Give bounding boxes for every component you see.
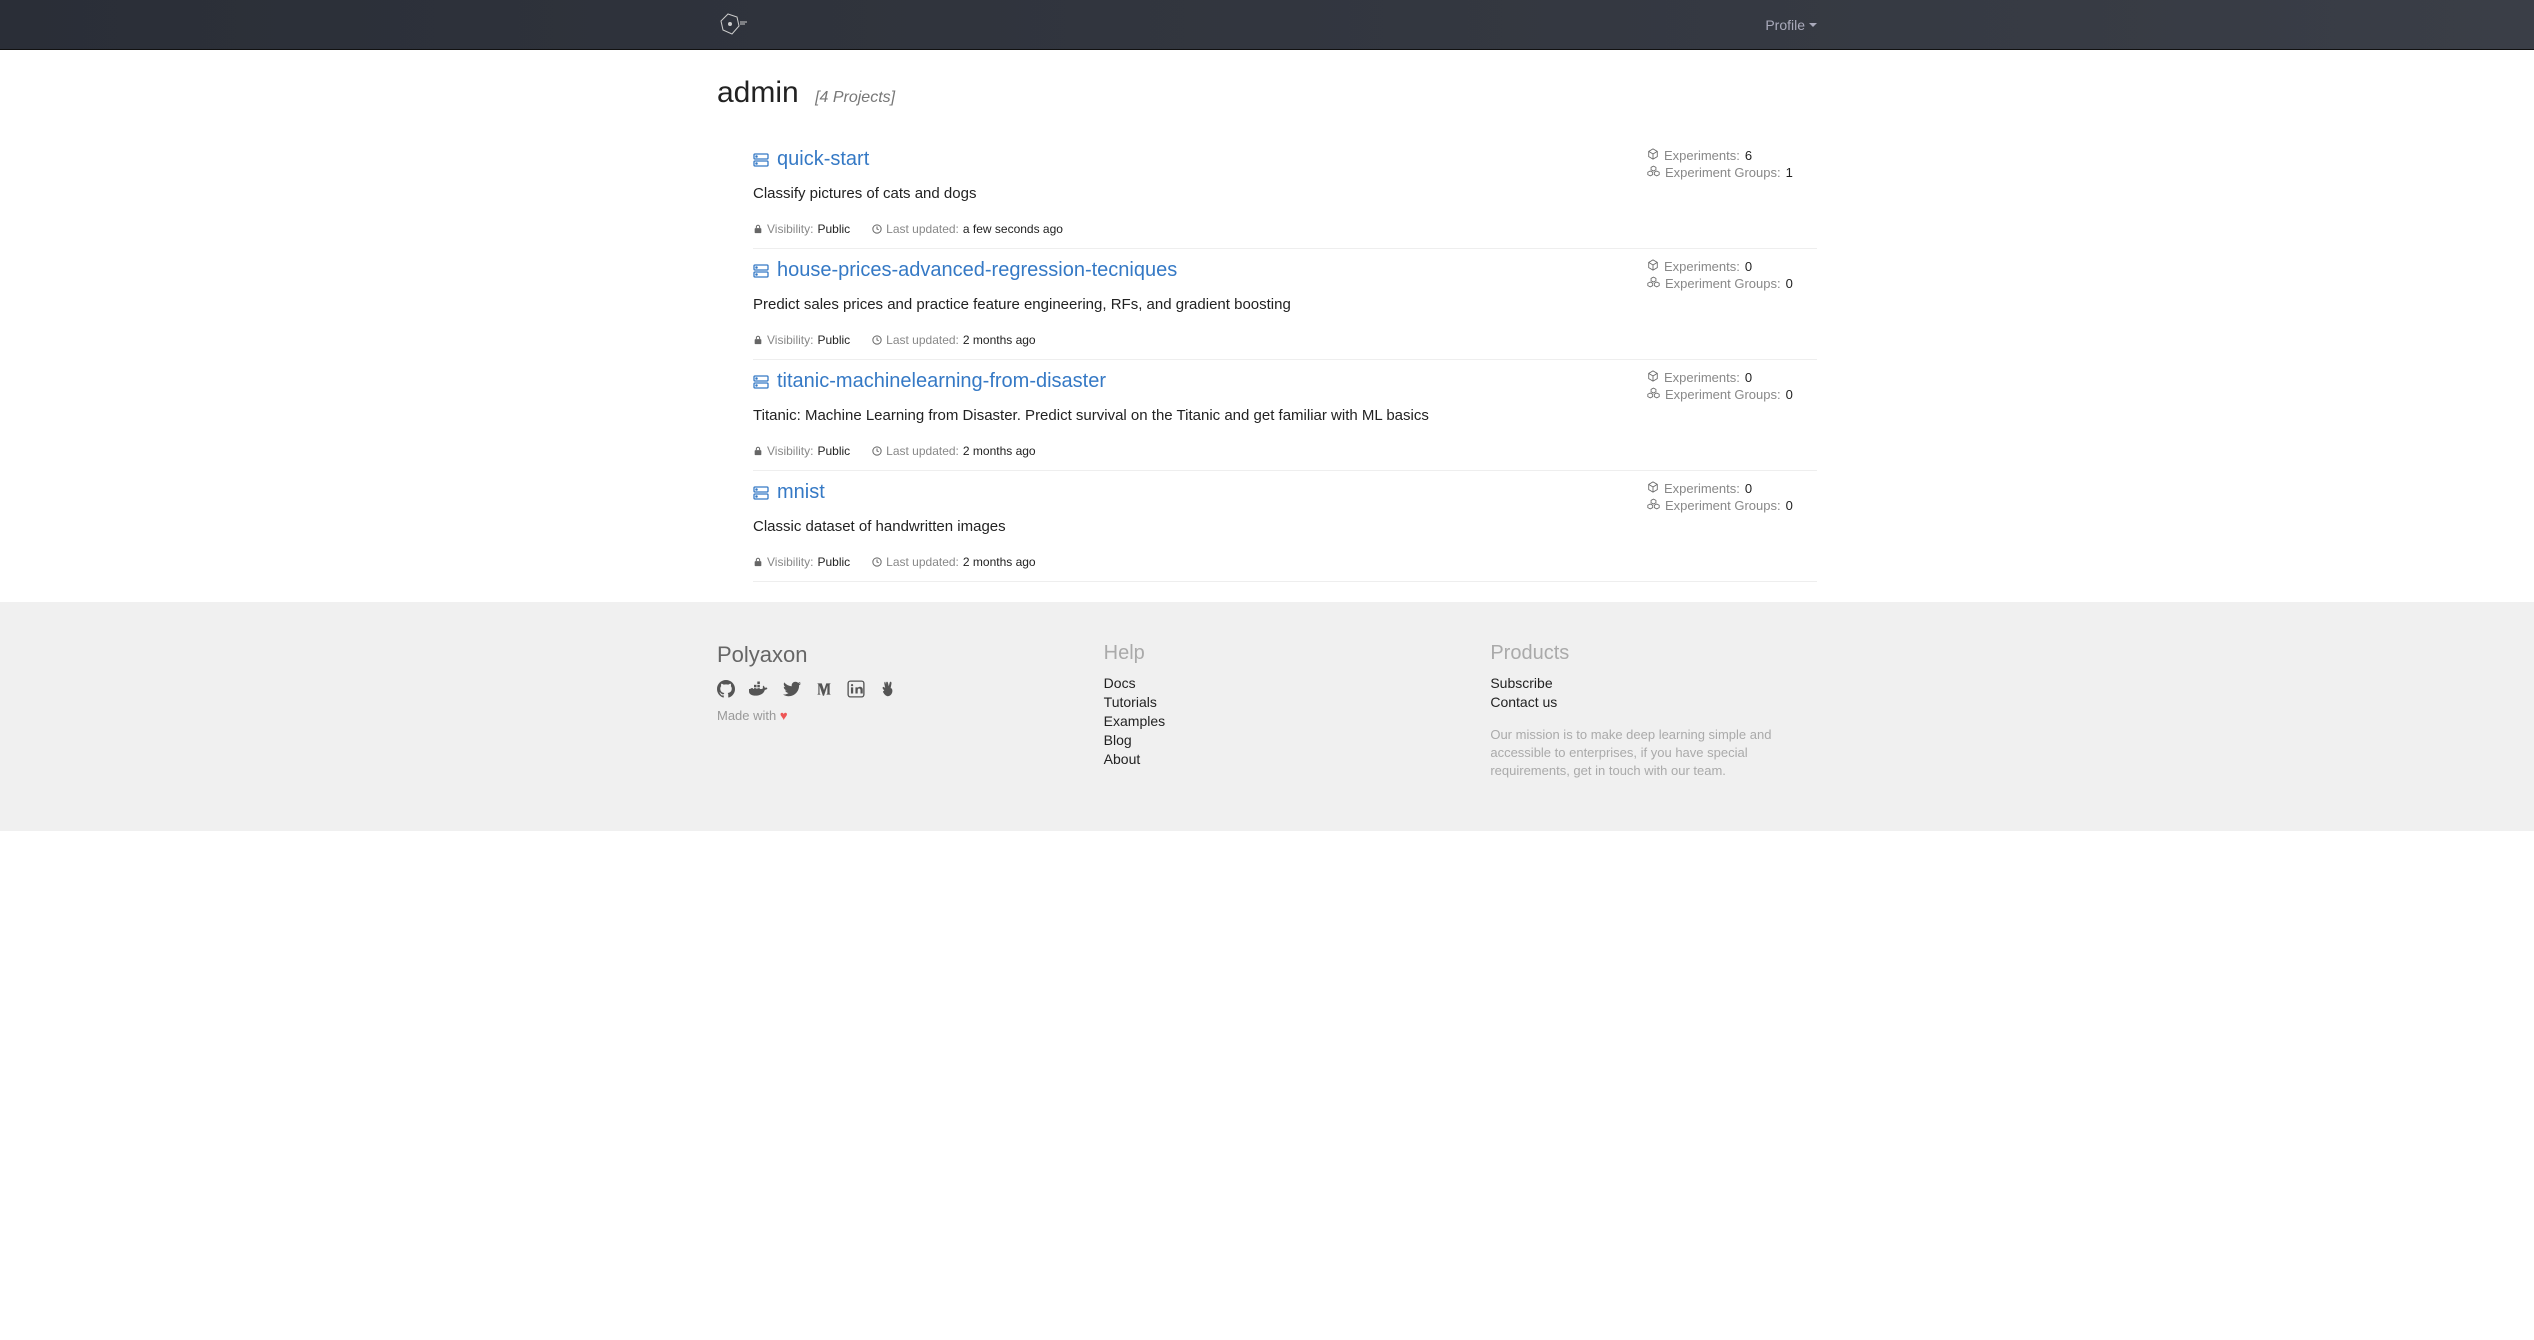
updated-label: Last updated: bbox=[886, 333, 959, 347]
groups-count: 1 bbox=[1786, 165, 1793, 180]
clock-icon bbox=[872, 557, 882, 567]
project-description: Predict sales prices and practice featur… bbox=[753, 296, 1607, 313]
experiments-count: 0 bbox=[1745, 481, 1752, 496]
footer-product-link[interactable]: Subscribe bbox=[1490, 675, 1817, 691]
navbar: Profile bbox=[0, 0, 2534, 50]
experiments-count: 0 bbox=[1745, 370, 1752, 385]
project-link[interactable]: house-prices-advanced-regression-tecniqu… bbox=[777, 259, 1177, 282]
lock-icon bbox=[753, 224, 763, 234]
server-icon bbox=[753, 152, 769, 168]
twitter-icon[interactable] bbox=[783, 680, 801, 698]
cube-icon bbox=[1647, 481, 1659, 496]
experiments-label: Experiments: bbox=[1664, 259, 1740, 274]
profile-label: Profile bbox=[1765, 17, 1805, 33]
visibility-value: Public bbox=[817, 222, 850, 236]
brand-logo[interactable] bbox=[717, 12, 751, 38]
experiments-label: Experiments: bbox=[1664, 148, 1740, 163]
cubes-icon bbox=[1647, 276, 1660, 291]
project-row: house-prices-advanced-regression-tecniqu… bbox=[753, 249, 1817, 360]
lock-icon bbox=[753, 446, 763, 456]
footer-brand: Polyaxon bbox=[717, 642, 1044, 668]
visibility-value: Public bbox=[817, 333, 850, 347]
experiments-label: Experiments: bbox=[1664, 370, 1740, 385]
experiments-count: 0 bbox=[1745, 259, 1752, 274]
groups-label: Experiment Groups: bbox=[1665, 276, 1781, 291]
updated-label: Last updated: bbox=[886, 222, 959, 236]
footer-help-link[interactable]: Blog bbox=[1104, 732, 1431, 748]
clock-icon bbox=[872, 224, 882, 234]
groups-label: Experiment Groups: bbox=[1665, 387, 1781, 402]
medium-icon[interactable] bbox=[815, 680, 833, 698]
cubes-icon bbox=[1647, 387, 1660, 402]
lock-icon bbox=[753, 335, 763, 345]
footer-help-heading: Help bbox=[1104, 642, 1431, 665]
clock-icon bbox=[872, 446, 882, 456]
visibility-label: Visibility: bbox=[767, 444, 813, 458]
cube-icon bbox=[1647, 259, 1659, 274]
project-link[interactable]: titanic-machinelearning-from-disaster bbox=[777, 370, 1106, 393]
main-container: admin [4 Projects] quick-start Classify … bbox=[717, 50, 1817, 582]
visibility-label: Visibility: bbox=[767, 333, 813, 347]
updated-label: Last updated: bbox=[886, 444, 959, 458]
angellist-icon[interactable] bbox=[879, 680, 895, 698]
footer-help-link[interactable]: Docs bbox=[1104, 675, 1431, 691]
project-row: quick-start Classify pictures of cats an… bbox=[753, 138, 1817, 249]
updated-value: 2 months ago bbox=[963, 444, 1036, 458]
lock-icon bbox=[753, 557, 763, 567]
groups-label: Experiment Groups: bbox=[1665, 165, 1781, 180]
clock-icon bbox=[872, 335, 882, 345]
project-link[interactable]: mnist bbox=[777, 481, 825, 504]
linkedin-icon[interactable] bbox=[847, 680, 865, 698]
github-icon[interactable] bbox=[717, 680, 735, 698]
server-icon bbox=[753, 263, 769, 279]
groups-count: 0 bbox=[1786, 387, 1793, 402]
experiments-label: Experiments: bbox=[1664, 481, 1740, 496]
groups-label: Experiment Groups: bbox=[1665, 498, 1781, 513]
project-row: mnist Classic dataset of handwritten ima… bbox=[753, 471, 1817, 582]
cubes-icon bbox=[1647, 498, 1660, 513]
made-with: Made with ♥ bbox=[717, 708, 1044, 723]
project-count: [4 Projects] bbox=[815, 89, 895, 106]
username: admin bbox=[717, 76, 799, 109]
groups-count: 0 bbox=[1786, 276, 1793, 291]
caret-down-icon bbox=[1809, 23, 1817, 27]
heart-icon: ♥ bbox=[780, 708, 788, 723]
updated-value: 2 months ago bbox=[963, 333, 1036, 347]
project-list: quick-start Classify pictures of cats an… bbox=[753, 138, 1817, 582]
project-description: Classify pictures of cats and dogs bbox=[753, 185, 1607, 202]
footer-help-link[interactable]: Examples bbox=[1104, 713, 1431, 729]
footer-product-link[interactable]: Contact us bbox=[1490, 694, 1817, 710]
groups-count: 0 bbox=[1786, 498, 1793, 513]
footer-help-link[interactable]: Tutorials bbox=[1104, 694, 1431, 710]
experiments-count: 6 bbox=[1745, 148, 1752, 163]
updated-value: 2 months ago bbox=[963, 555, 1036, 569]
cube-icon bbox=[1647, 370, 1659, 385]
cube-icon bbox=[1647, 148, 1659, 163]
updated-label: Last updated: bbox=[886, 555, 959, 569]
visibility-value: Public bbox=[817, 444, 850, 458]
visibility-label: Visibility: bbox=[767, 555, 813, 569]
cubes-icon bbox=[1647, 165, 1660, 180]
footer-help-link[interactable]: About bbox=[1104, 751, 1431, 767]
social-icons bbox=[717, 680, 1044, 698]
project-description: Classic dataset of handwritten images bbox=[753, 518, 1607, 535]
project-description: Titanic: Machine Learning from Disaster.… bbox=[753, 407, 1607, 424]
footer-products-heading: Products bbox=[1490, 642, 1817, 665]
project-row: titanic-machinelearning-from-disaster Ti… bbox=[753, 360, 1817, 471]
project-link[interactable]: quick-start bbox=[777, 148, 869, 171]
footer: Polyaxon Made with ♥ Help Docs Tutorials E… bbox=[0, 602, 2534, 831]
server-icon bbox=[753, 374, 769, 390]
profile-dropdown[interactable]: Profile bbox=[1765, 17, 1817, 33]
visibility-label: Visibility: bbox=[767, 222, 813, 236]
server-icon bbox=[753, 485, 769, 501]
page-title: admin [4 Projects] bbox=[717, 76, 1817, 110]
updated-value: a few seconds ago bbox=[963, 222, 1063, 236]
visibility-value: Public bbox=[817, 555, 850, 569]
footer-mission: Our mission is to make deep learning sim… bbox=[1490, 726, 1817, 781]
docker-icon[interactable] bbox=[749, 680, 769, 698]
